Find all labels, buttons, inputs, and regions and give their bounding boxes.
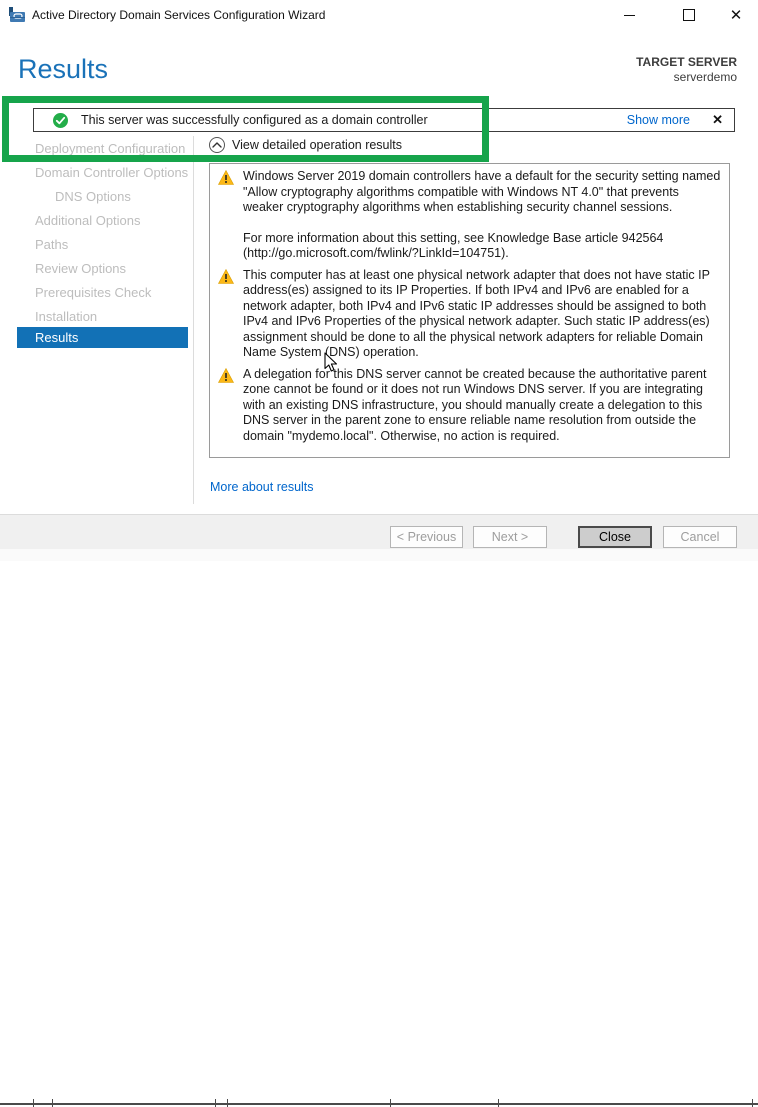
view-detailed-results-toggle[interactable]: View detailed operation results	[209, 137, 402, 153]
sidebar-item-prerequisites-check: Prerequisites Check	[0, 280, 193, 304]
page-title: Results	[18, 54, 108, 85]
success-banner: This server was successfully configured …	[33, 108, 735, 132]
warning-item: This computer has at least one physical …	[218, 268, 721, 361]
sidebar-item-dns-options: DNS Options	[0, 184, 193, 208]
minimize-button[interactable]	[606, 0, 652, 30]
banner-close-icon[interactable]: ✕	[712, 112, 723, 128]
warning-triangle-icon	[218, 367, 234, 445]
window-title: Active Directory Domain Services Configu…	[32, 8, 325, 22]
background-window-edge	[0, 549, 758, 561]
background-window-tick	[752, 1099, 753, 1107]
sidebar-item-deployment-configuration: Deployment Configuration	[0, 136, 193, 160]
warning-text: Windows Server 2019 domain controllers h…	[243, 169, 721, 262]
target-server-block: TARGET SERVER serverdemo	[636, 55, 737, 85]
warning-text: This computer has at least one physical …	[243, 268, 721, 361]
target-server-label: TARGET SERVER	[636, 55, 737, 70]
sidebar-divider	[193, 136, 194, 504]
sidebar-item-review-options: Review Options	[0, 256, 193, 280]
target-server-name: serverdemo	[636, 70, 737, 85]
addsw-app-icon	[9, 7, 26, 23]
maximize-button[interactable]	[666, 0, 712, 30]
background-window-tick	[227, 1099, 228, 1107]
sidebar-item-results[interactable]: Results	[17, 327, 188, 348]
title-bar[interactable]: Active Directory Domain Services Configu…	[0, 0, 758, 30]
background-window-tick	[498, 1099, 499, 1107]
sidebar-item-paths: Paths	[0, 232, 193, 256]
view-detailed-results-label: View detailed operation results	[232, 138, 402, 152]
success-message: This server was successfully configured …	[81, 113, 428, 127]
success-check-icon	[53, 113, 68, 128]
warning-text: A delegation for this DNS server cannot …	[243, 367, 721, 445]
background-window-tick	[52, 1099, 53, 1107]
next-button: Next >	[473, 526, 547, 548]
operation-results-panel: Windows Server 2019 domain controllers h…	[209, 163, 730, 458]
close-window-button[interactable]: ✕	[714, 0, 758, 30]
more-about-results-link[interactable]: More about results	[210, 480, 314, 494]
show-more-link[interactable]: Show more	[627, 113, 690, 127]
warning-item: A delegation for this DNS server cannot …	[218, 367, 721, 445]
chevron-up-circle-icon	[209, 137, 225, 153]
warning-triangle-icon	[218, 268, 234, 361]
background-window-tick	[390, 1099, 391, 1107]
previous-button: < Previous	[390, 526, 463, 548]
warning-item: Windows Server 2019 domain controllers h…	[218, 169, 721, 262]
sidebar-item-domain-controller-options: Domain Controller Options	[0, 160, 193, 184]
sidebar-item-additional-options: Additional Options	[0, 208, 193, 232]
background-window-tick	[215, 1099, 216, 1107]
background-window-tick	[33, 1099, 34, 1107]
cancel-button: Cancel	[663, 526, 737, 548]
sidebar-item-installation: Installation	[0, 304, 193, 328]
warning-triangle-icon	[218, 169, 234, 262]
close-button[interactable]: Close	[578, 526, 652, 548]
background-window-line	[0, 1103, 758, 1105]
